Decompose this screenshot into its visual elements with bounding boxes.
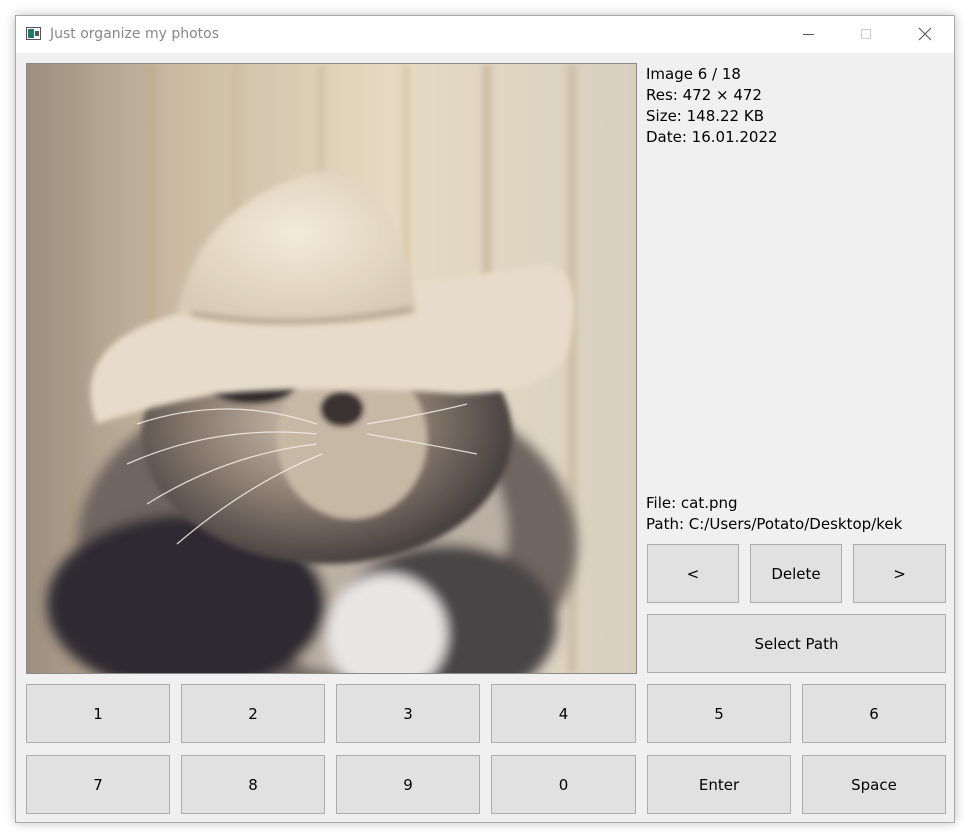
image-counter: Image 6 / 18 bbox=[646, 65, 741, 83]
app-icon bbox=[26, 27, 41, 40]
image-resolution: Res: 472 × 472 bbox=[646, 86, 762, 104]
key-button-9[interactable]: 9 bbox=[336, 755, 480, 814]
file-info: File: cat.png Path: C:/Users/Potato/Desk… bbox=[646, 493, 902, 535]
key-button-5[interactable]: 5 bbox=[647, 684, 791, 743]
key-button-1[interactable]: 1 bbox=[26, 684, 170, 743]
maximize-icon bbox=[861, 29, 871, 39]
key-button-6[interactable]: 6 bbox=[802, 684, 946, 743]
key-button-2[interactable]: 2 bbox=[181, 684, 325, 743]
key-button-3[interactable]: 3 bbox=[336, 684, 480, 743]
close-icon bbox=[918, 27, 932, 41]
next-button[interactable]: > bbox=[853, 544, 946, 603]
window-title: Just organize my photos bbox=[50, 26, 219, 42]
space-button[interactable]: Space bbox=[802, 755, 946, 814]
photo-preview bbox=[26, 63, 637, 674]
file-name: File: cat.png bbox=[646, 494, 738, 512]
key-button-8[interactable]: 8 bbox=[181, 755, 325, 814]
title-bar[interactable]: Just organize my photos bbox=[16, 16, 954, 53]
minimize-button[interactable] bbox=[780, 16, 838, 53]
close-button[interactable] bbox=[896, 16, 954, 53]
select-path-button[interactable]: Select Path bbox=[647, 614, 946, 673]
key-button-4[interactable]: 4 bbox=[491, 684, 636, 743]
previous-button[interactable]: < bbox=[647, 544, 739, 603]
key-button-0[interactable]: 0 bbox=[491, 755, 636, 814]
key-button-7[interactable]: 7 bbox=[26, 755, 170, 814]
enter-button[interactable]: Enter bbox=[647, 755, 791, 814]
file-path: Path: C:/Users/Potato/Desktop/kek bbox=[646, 515, 903, 533]
app-window: Just organize my photos Image 6 / 18 Res… bbox=[15, 15, 955, 823]
maximize-button[interactable] bbox=[838, 16, 896, 53]
image-size: Size: 148.22 KB bbox=[646, 107, 764, 125]
image-info: Image 6 / 18 Res: 472 × 472 Size: 148.22… bbox=[646, 64, 778, 148]
minimize-icon bbox=[803, 34, 814, 35]
image-date: Date: 16.01.2022 bbox=[646, 128, 778, 146]
cat-photo-image bbox=[27, 64, 636, 673]
delete-button[interactable]: Delete bbox=[750, 544, 842, 603]
